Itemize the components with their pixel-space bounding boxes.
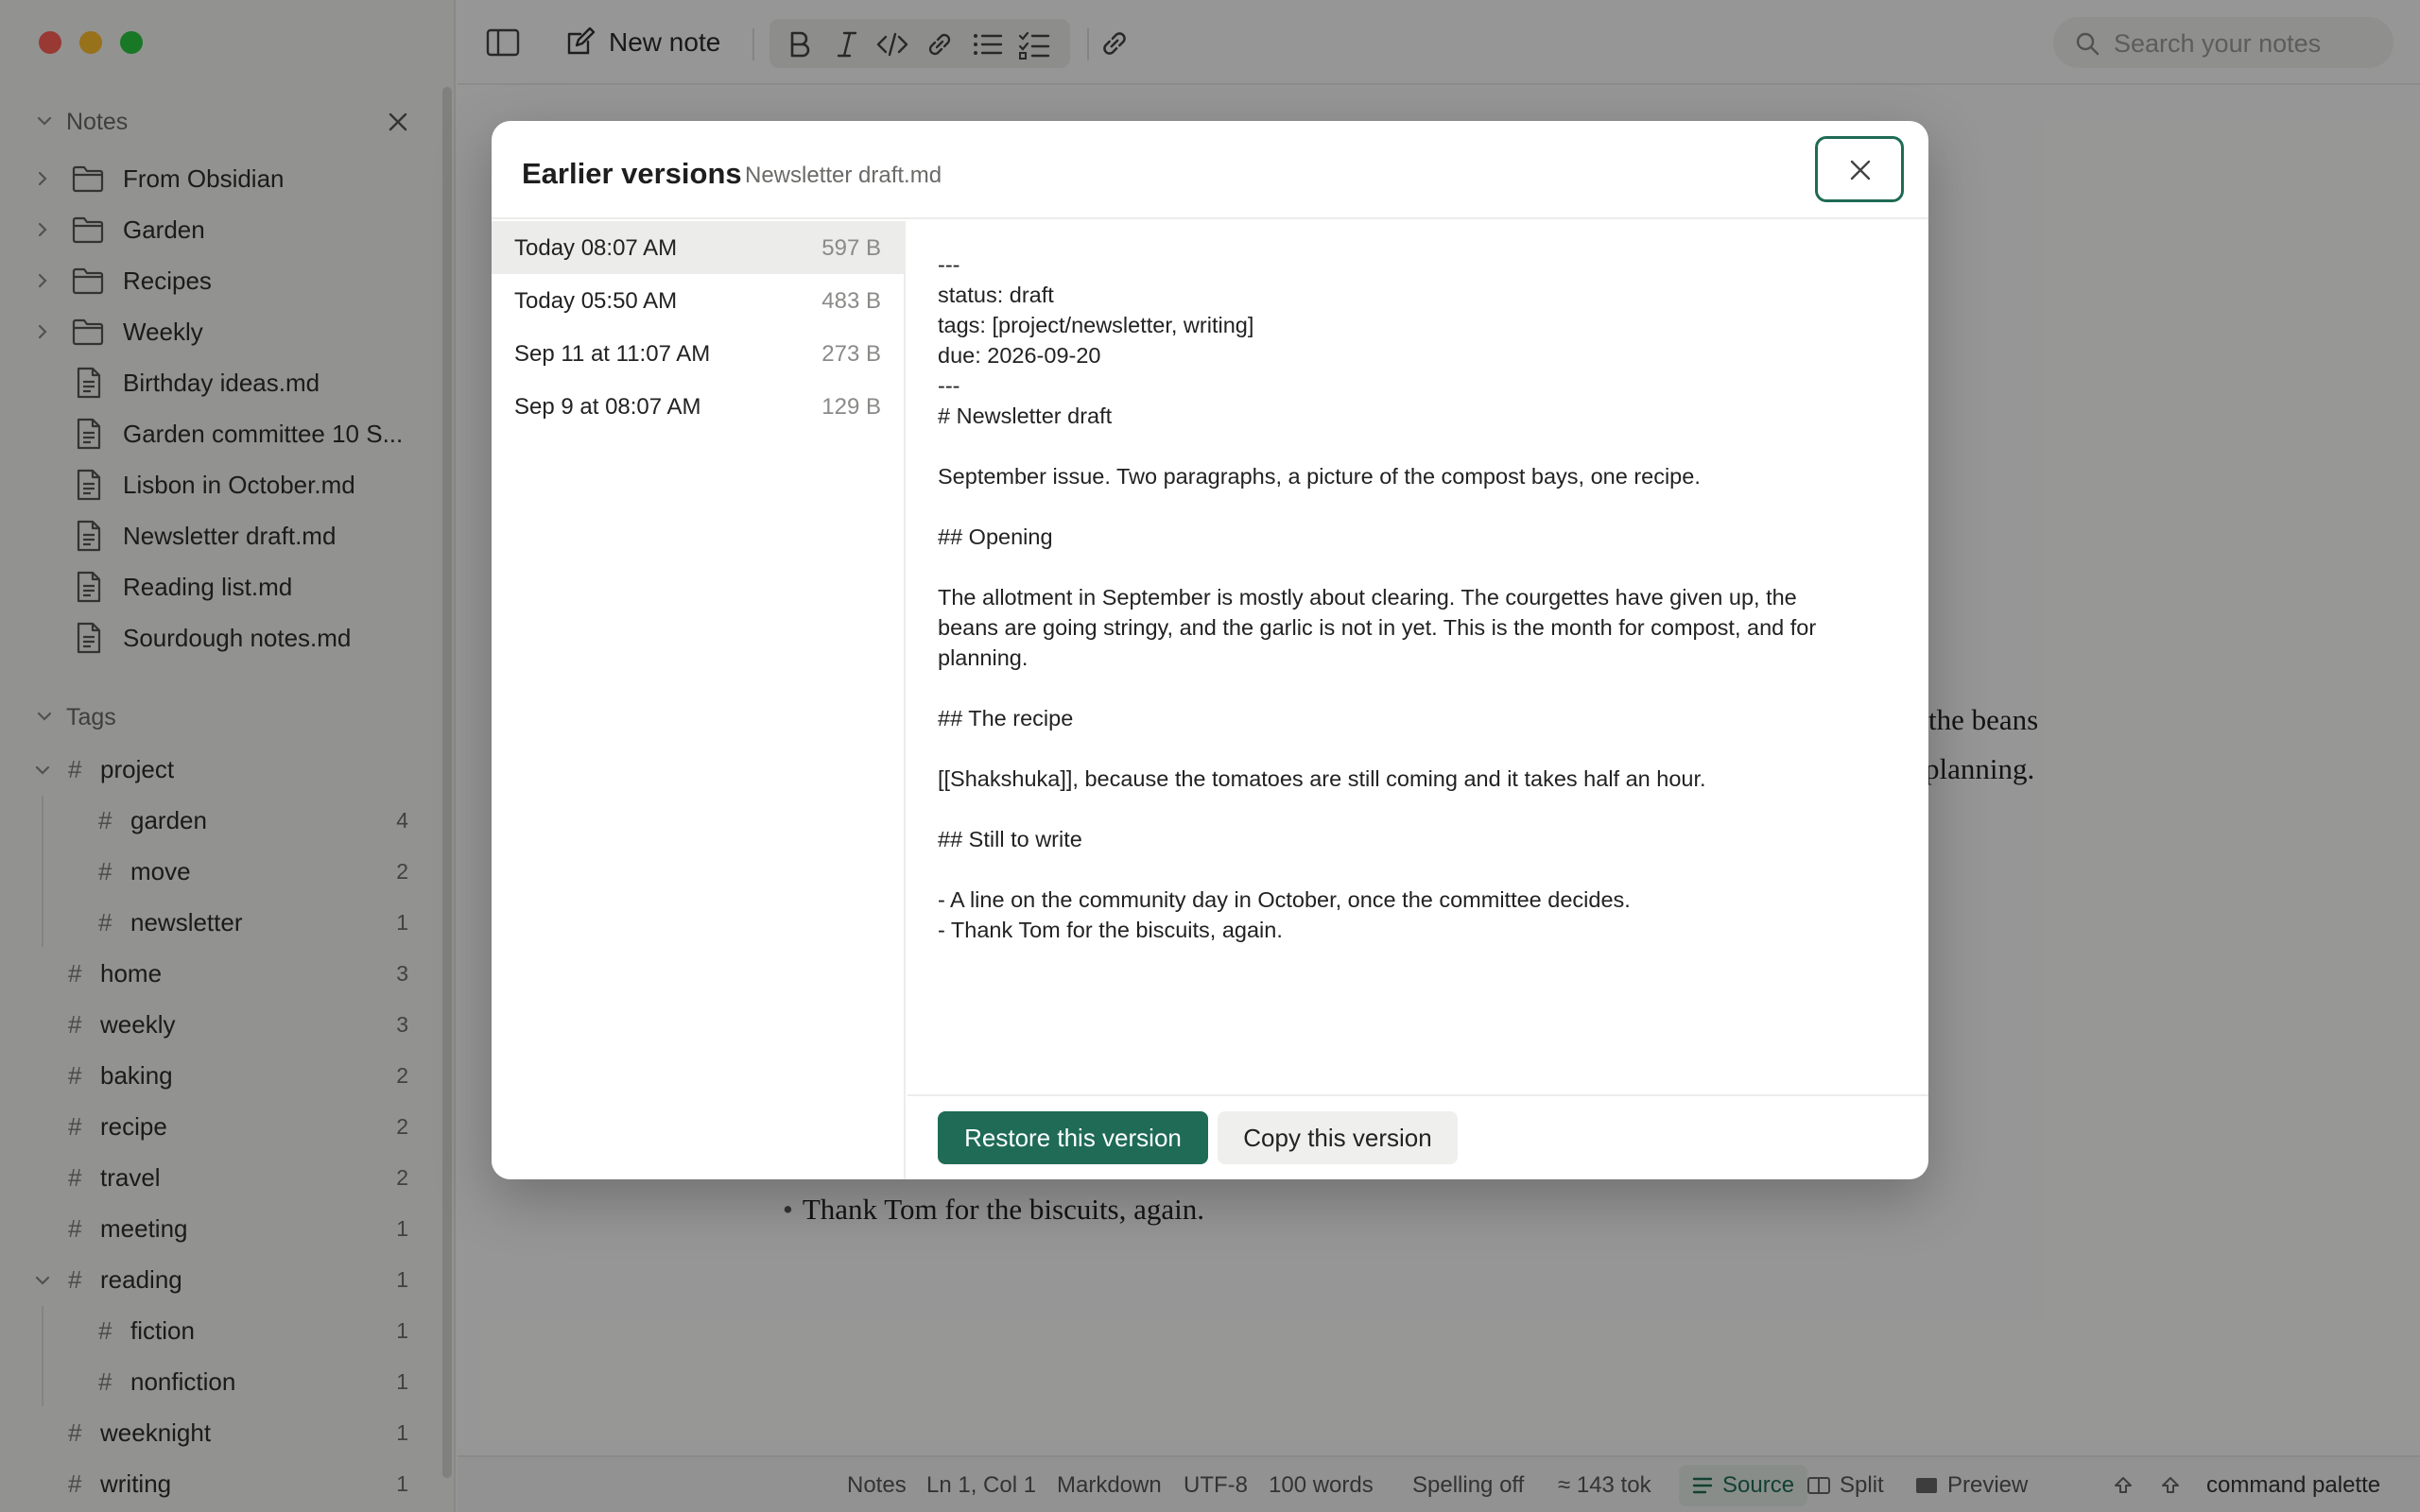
preview-line: beans are going stringy, and the garlic … [938,615,1817,640]
version-preview: --- status: draft tags: [project/newslette… [908,221,1928,996]
close-icon [1850,160,1871,180]
preview-line: --- [938,373,960,398]
earlier-versions-dialog: Earlier versions Newsletter draft.md Tod… [492,121,1928,1179]
preview-line [938,673,1898,703]
preview-line: due: 2026-09-20 [938,343,1101,368]
preview-line: ## Opening [938,524,1053,549]
version-size: 597 B [821,235,881,261]
version-date: Sep 9 at 08:07 AM [514,394,701,420]
preview-line [938,431,1898,461]
dialog-title: Earlier versions [522,157,742,190]
version-item[interactable]: Today 08:07 AM 597 B [492,221,904,274]
preview-line: September issue. Two paragraphs, a pictu… [938,464,1701,489]
preview-line: # Newsletter draft [938,404,1113,428]
version-list: Today 08:07 AM 597 B Today 05:50 AM 483 B Se… [492,221,906,1179]
version-size: 273 B [821,341,881,367]
version-date: Sep 11 at 11:07 AM [514,341,711,367]
restore-version-button[interactable]: Restore this version [938,1111,1208,1164]
version-item[interactable]: Sep 9 at 08:07 AM 129 B [492,380,904,433]
dialog-header: Earlier versions Newsletter draft.md [492,121,1928,219]
preview-line: ## The recipe [938,706,1074,730]
dialog-footer: Restore this version Copy this version [908,1094,1928,1179]
version-size: 129 B [821,394,881,420]
dialog-close-button[interactable] [1815,136,1904,202]
preview-line [938,552,1898,582]
version-size: 483 B [821,288,881,314]
version-date: Today 05:50 AM [514,288,678,314]
app-window: Notes From Obsidian Garden Recipes Weekly Bi… [0,0,2420,1512]
preview-line [938,733,1898,764]
preview-line [938,854,1898,885]
dialog-filename: Newsletter draft.md [745,163,942,188]
preview-line [938,794,1898,824]
preview-line: tags: [project/newsletter, writing] [938,313,1254,337]
version-item[interactable]: Sep 11 at 11:07 AM 273 B [492,327,904,380]
preview-line: --- [938,252,960,277]
preview-line: ## Still to write [938,827,1082,851]
preview-line: planning. [938,645,1028,670]
version-date: Today 08:07 AM [514,235,678,261]
preview-line: [[Shakshuka]], because the tomatoes are … [938,766,1706,791]
preview-line: - Thank Tom for the biscuits, again. [938,918,1283,942]
preview-line: - A line on the community day in October… [938,887,1631,912]
version-item[interactable]: Today 05:50 AM 483 B [492,274,904,327]
copy-version-button[interactable]: Copy this version [1218,1111,1458,1164]
preview-line [938,491,1898,522]
preview-line: The allotment in September is mostly abo… [938,585,1797,610]
preview-line: status: draft [938,283,1054,307]
